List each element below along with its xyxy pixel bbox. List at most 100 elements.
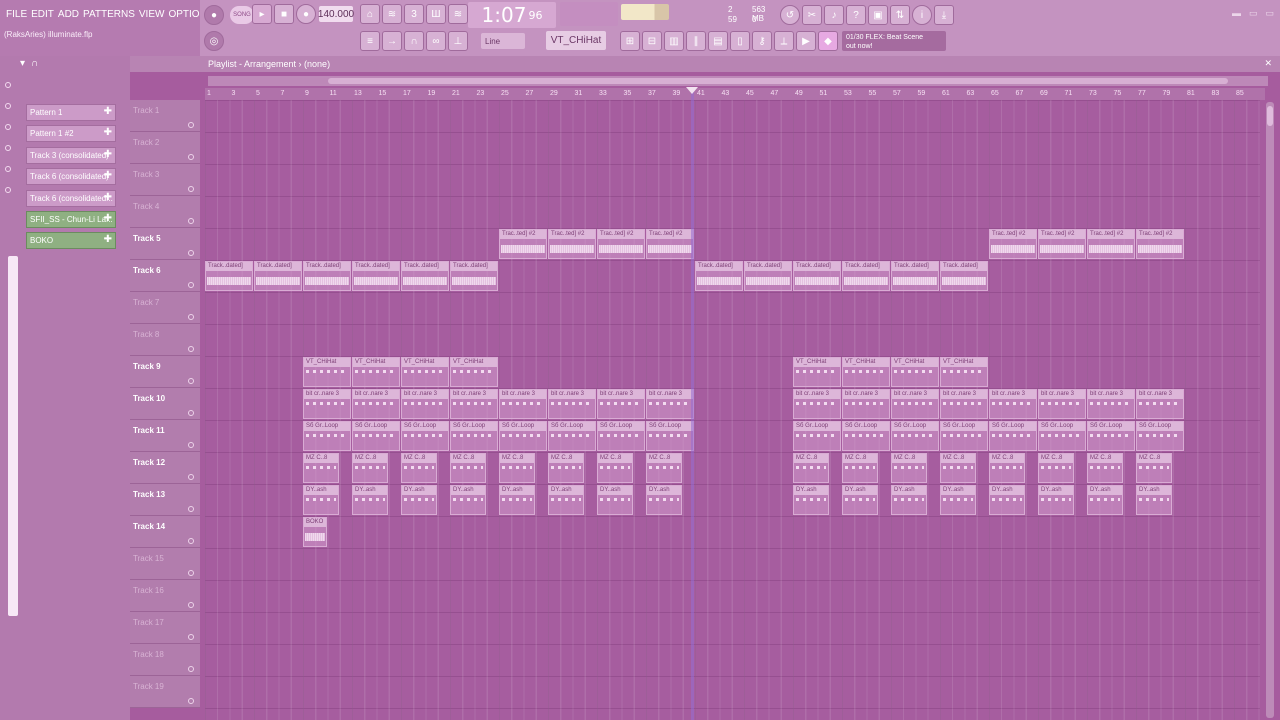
magnet-icon[interactable]: ∩ (404, 31, 424, 51)
playlist-clip[interactable]: Trac..ted] #2 (499, 229, 547, 259)
playlist-clip[interactable]: Track..dated] (205, 261, 253, 291)
track-mute-icon[interactable] (188, 474, 194, 480)
flex-icon[interactable]: ◆ (818, 31, 838, 51)
step-edit-icon[interactable]: Ш (426, 4, 446, 24)
pattern-song-icon[interactable]: ◎ (204, 31, 224, 51)
playlist-clip[interactable]: Track..dated] (254, 261, 302, 291)
timeline-ruler[interactable]: 1 3 5 7 9 11 13 15 17 19 21 23 25 27 29 31 33 35 37 39 41 43 4… (205, 88, 1265, 100)
maximize-icon[interactable]: ▭ (1249, 8, 1258, 19)
menu-item-file[interactable]: FILE (6, 9, 27, 20)
pattern-selector[interactable]: VT_CHiHat (546, 31, 606, 50)
track-mute-icon[interactable] (188, 314, 194, 320)
playlist-clip[interactable]: MZ C..8 (940, 453, 976, 483)
playlist-clip[interactable]: bit cr..nare 3 (597, 389, 645, 419)
track-mute-icon[interactable] (188, 186, 194, 192)
track-mute-icon[interactable] (188, 506, 194, 512)
track-header[interactable]: Track 4 (130, 196, 200, 228)
horizontal-scrollbar[interactable] (208, 76, 1268, 86)
playlist-clip[interactable]: Track..dated] (352, 261, 400, 291)
playlist-clip[interactable]: Track..dated] (401, 261, 449, 291)
playlist-clip[interactable]: Sб Gr..Loop (891, 421, 939, 451)
playlist-clip[interactable]: MZ C..8 (303, 453, 339, 483)
playlist-clip[interactable]: BOKO (303, 517, 327, 547)
playlist-clip[interactable]: VT_CHiHat (303, 357, 351, 387)
playlist-clip[interactable]: Trac..ted] #2 (646, 229, 694, 259)
save-icon[interactable]: ▣ (868, 5, 888, 25)
track-header[interactable]: Track 13 (130, 484, 200, 516)
record-mode-icon[interactable]: ● (204, 5, 224, 25)
playlist-clip[interactable]: DY..ash (1136, 485, 1172, 515)
playlist-clip[interactable]: DY..ash (499, 485, 535, 515)
add-icon[interactable]: ✚ (104, 170, 112, 181)
playlist-clip[interactable]: DY..ash (989, 485, 1025, 515)
track-header[interactable]: Track 17 (130, 612, 200, 644)
track-header[interactable]: Track 6 (130, 260, 200, 292)
add-icon[interactable]: ✚ (104, 149, 112, 160)
browser-clip-item[interactable]: Track 3 (consolidated) ✚ (26, 146, 116, 164)
menu-item-patterns[interactable]: PATTERNS (83, 9, 135, 20)
playlist-clip[interactable]: VT_CHiHat (891, 357, 939, 387)
wait-input-icon[interactable]: ≋ (382, 4, 402, 24)
playlist-clip[interactable]: Track..dated] (303, 261, 351, 291)
playlist-clip[interactable]: VT_CHiHat (842, 357, 890, 387)
playlist-clip[interactable]: bit cr..nare 3 (450, 389, 498, 419)
playlist-clip[interactable]: DY..ash (1087, 485, 1123, 515)
browser-clip-item[interactable]: BOKO ✚ (26, 232, 116, 250)
playlist-clip[interactable]: Sб Gr..Loop (646, 421, 694, 451)
menu-item-edit[interactable]: EDIT (31, 9, 54, 20)
playlist-clip[interactable]: VT_CHiHat (940, 357, 988, 387)
playlist-clip[interactable]: bit cr..nare 3 (891, 389, 939, 419)
playlist-clip[interactable]: MZ C..8 (548, 453, 584, 483)
track-header[interactable]: Track 19 (130, 676, 200, 708)
track-header[interactable]: Track 7 (130, 292, 200, 324)
playlist-clip[interactable]: Track..dated] (695, 261, 743, 291)
track-header[interactable]: Track 14 (130, 516, 200, 548)
add-icon[interactable]: ✚ (104, 192, 112, 203)
playlist-clip[interactable]: Sб Gr..Loop (842, 421, 890, 451)
track-header[interactable]: Track 16 (130, 580, 200, 612)
playlist-clip[interactable]: Sб Gr..Loop (989, 421, 1037, 451)
playhead[interactable] (691, 89, 694, 720)
track-header[interactable]: Track 9 (130, 356, 200, 388)
playlist-clip[interactable]: MZ C..8 (842, 453, 878, 483)
track-mute-icon[interactable] (188, 346, 194, 352)
playlist-clip[interactable]: VT_CHiHat (401, 357, 449, 387)
playlist-clip[interactable]: DY..ash (303, 485, 339, 515)
track-header[interactable]: Track 3 (130, 164, 200, 196)
track-header[interactable]: Track 2 (130, 132, 200, 164)
tempo-tap-icon[interactable]: ⟂ (774, 31, 794, 51)
countdown-icon[interactable]: 3 (404, 4, 424, 24)
playlist-clip[interactable]: MZ C..8 (1038, 453, 1074, 483)
dropdown-icon[interactable]: ▾ (20, 58, 25, 74)
track-header[interactable]: Track 12 (130, 452, 200, 484)
menu-item-view[interactable]: VIEW (139, 9, 165, 20)
playlist-clip[interactable]: DY..ash (891, 485, 927, 515)
file-icon[interactable]: ▯ (730, 31, 750, 51)
radio-dot-icon[interactable] (5, 166, 11, 172)
mic-icon[interactable]: ♪ (824, 5, 844, 25)
playlist-clip[interactable]: Sб Gr..Loop (450, 421, 498, 451)
radio-dot-icon[interactable] (5, 124, 11, 130)
track-header[interactable]: Track 11 (130, 420, 200, 452)
midi-icon[interactable]: ⇅ (890, 5, 910, 25)
playlist-clip[interactable]: VT_CHiHat (352, 357, 400, 387)
track-mute-icon[interactable] (188, 218, 194, 224)
playlist-clip[interactable]: DY..ash (842, 485, 878, 515)
playlist-clip[interactable]: MZ C..8 (401, 453, 437, 483)
playlist-clip[interactable]: DY..ash (940, 485, 976, 515)
arrangement-grid[interactable]: Trac..ted] #2 Trac..ted] #2 Trac..ted] #2 T… (205, 100, 1260, 720)
playlist-clip[interactable]: MZ C..8 (499, 453, 535, 483)
playlist-clip[interactable]: MZ C..8 (891, 453, 927, 483)
playlist-clip[interactable]: Trac..ted] #2 (1136, 229, 1184, 259)
playlist-clip[interactable]: Track..dated] (842, 261, 890, 291)
playlist-clip[interactable]: Trac..ted] #2 (1087, 229, 1135, 259)
playlist-clip[interactable]: bit cr..nare 3 (1038, 389, 1086, 419)
browser-scrollbar[interactable] (8, 256, 18, 616)
track-mute-icon[interactable] (188, 378, 194, 384)
undo-icon[interactable]: ↺ (780, 5, 800, 25)
playlist-clip[interactable]: Sб Gr..Loop (303, 421, 351, 451)
playlist-clip[interactable]: Trac..ted] #2 (989, 229, 1037, 259)
playlist-clip[interactable]: MZ C..8 (597, 453, 633, 483)
playlist-close-icon[interactable]: ✕ (1264, 58, 1272, 69)
track-mute-icon[interactable] (188, 410, 194, 416)
